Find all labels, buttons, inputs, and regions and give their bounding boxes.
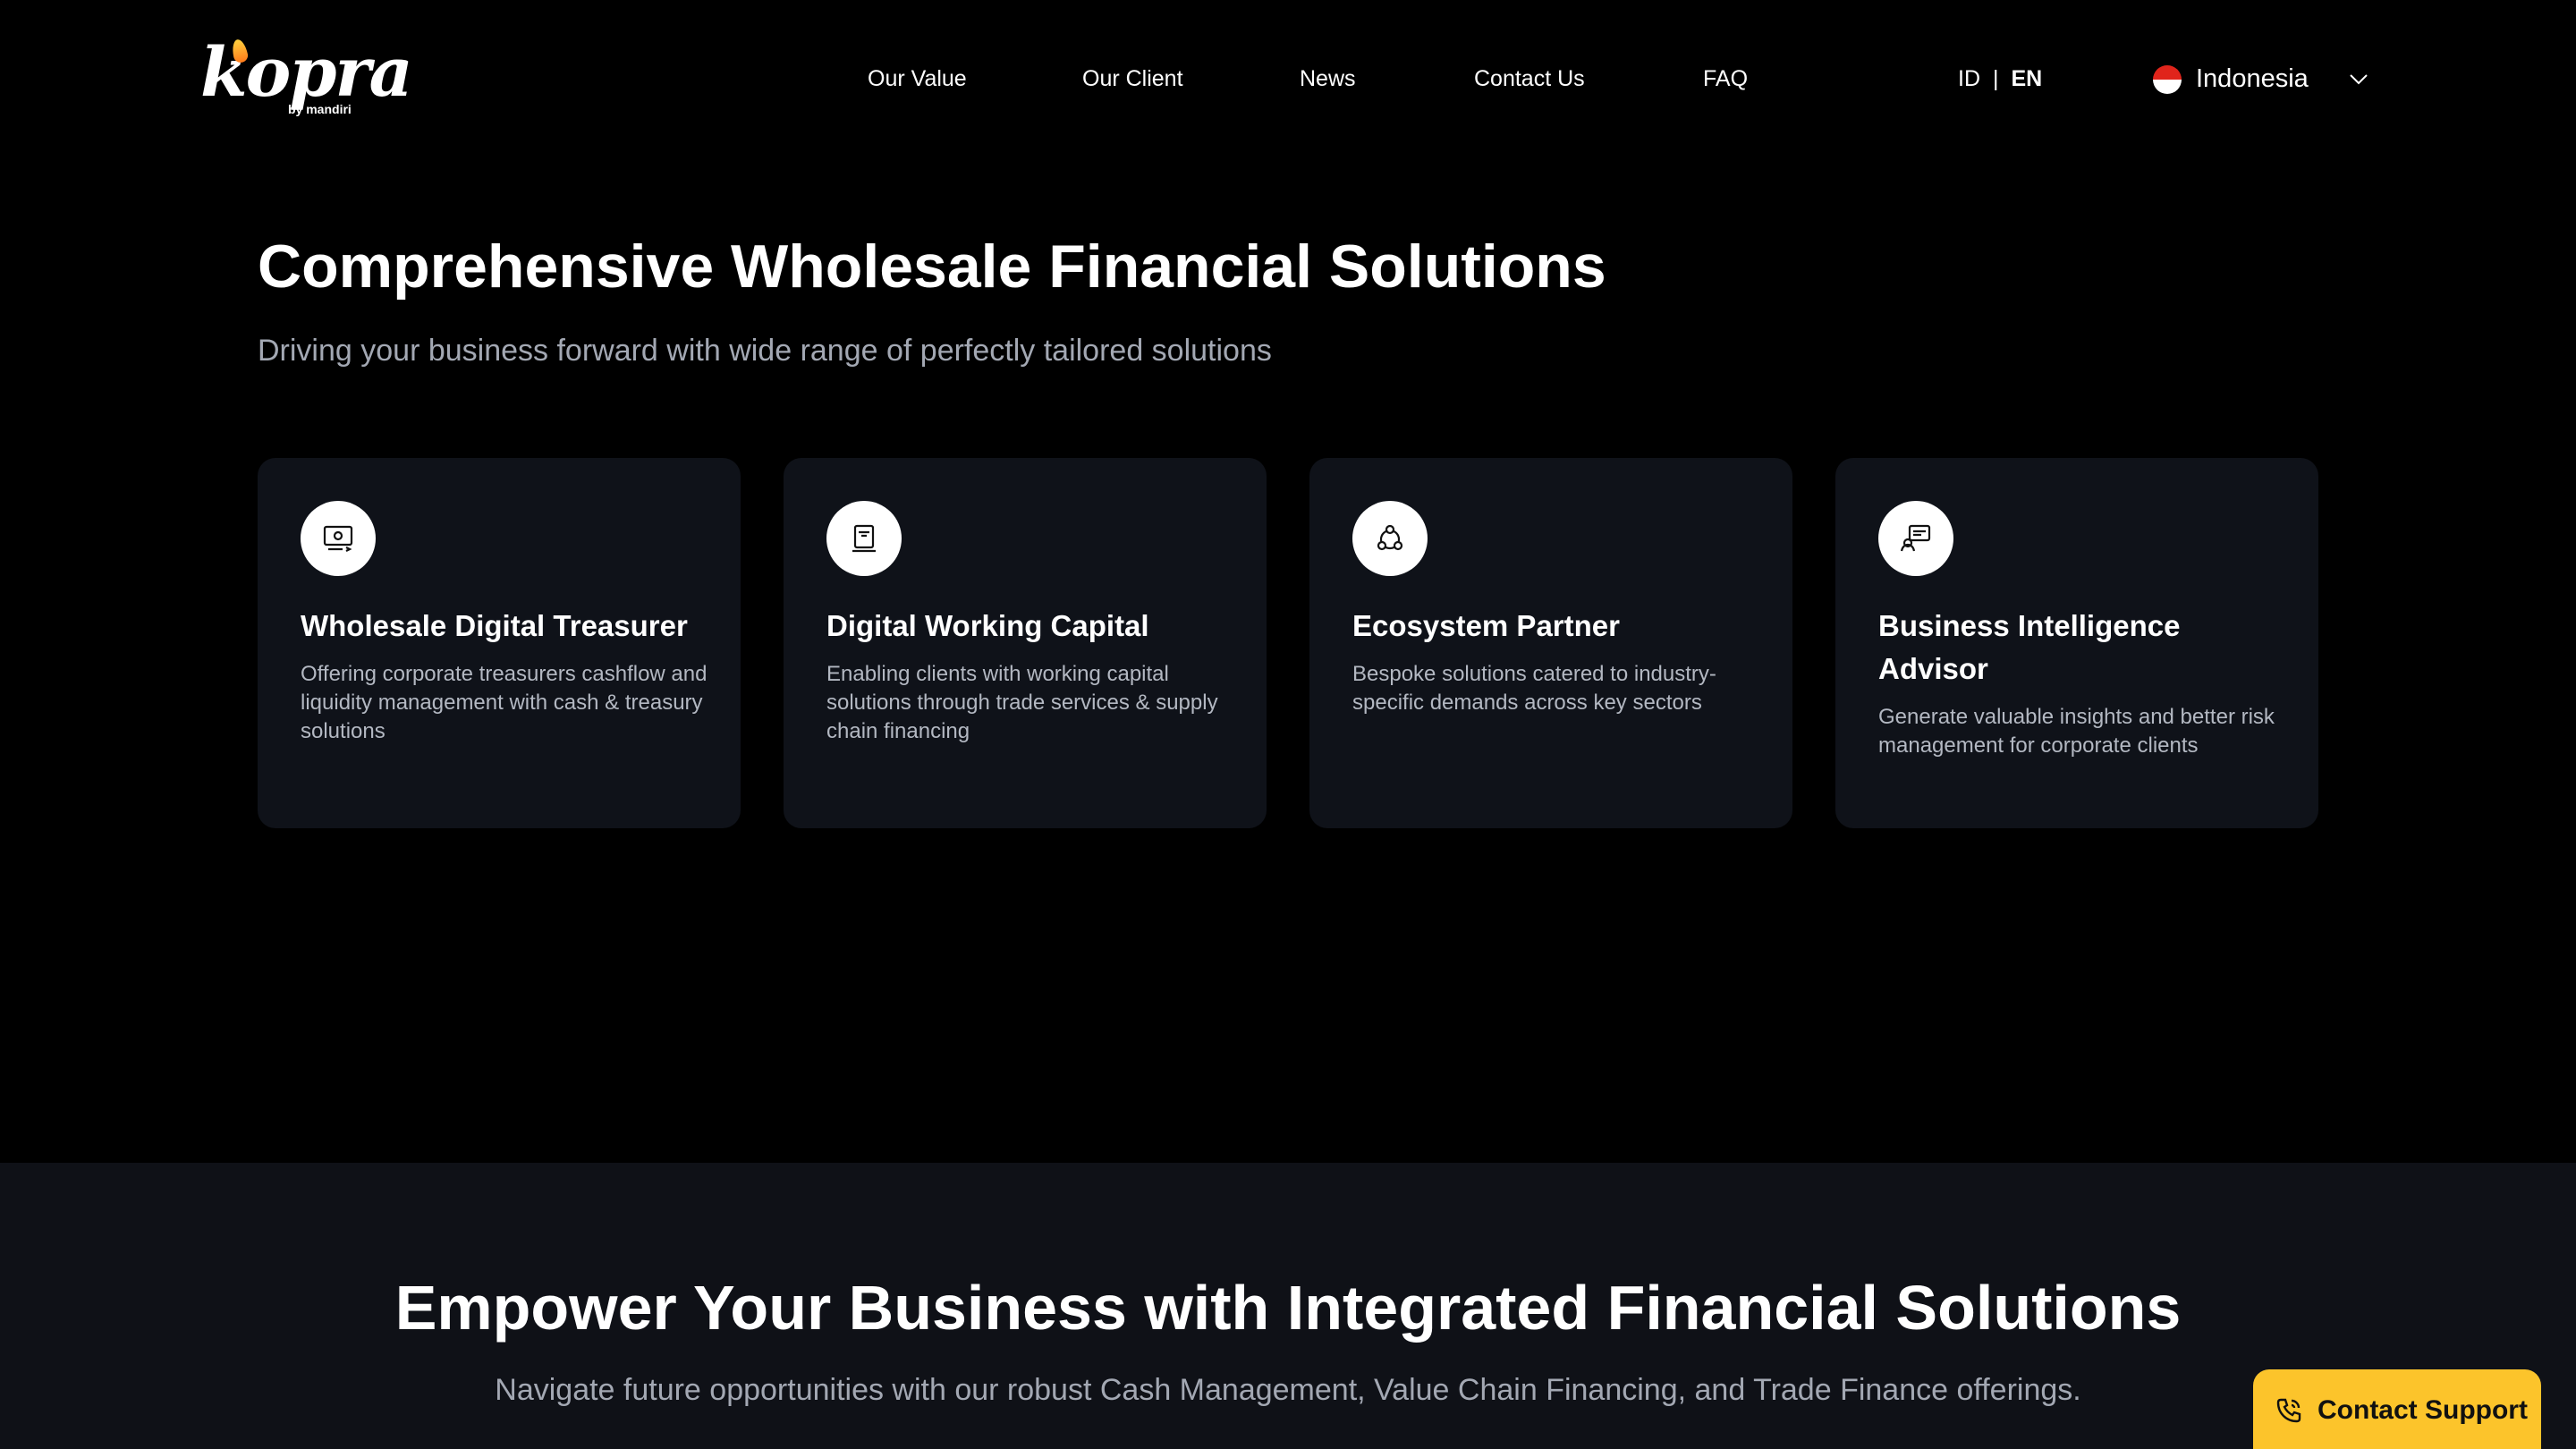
integrated-subtitle: Navigate future opportunities with our r… [495, 1373, 2081, 1407]
kopra-logo[interactable]: kopra by mandiri [199, 32, 413, 122]
indonesia-flag-icon [2153, 65, 2182, 94]
card-title: Ecosystem Partner [1352, 609, 1620, 642]
solution-card-working-capital[interactable]: Digital Working Capital Enabling clients… [784, 458, 1267, 828]
solutions-subtitle: Driving your business forward with wide … [258, 334, 1272, 368]
country-selector[interactable]: Indonesia [2153, 57, 2377, 100]
contact-support-label: Contact Support [2318, 1395, 2528, 1425]
card-title: Wholesale Digital Treasurer [301, 609, 688, 642]
language-switcher: ID | EN [1958, 61, 2042, 97]
solution-card-ecosystem[interactable]: Ecosystem Partner Bespoke solutions cate… [1309, 458, 1792, 828]
card-title: Digital Working Capital [826, 609, 1149, 642]
nav-our-client[interactable]: Our Client [1082, 61, 1183, 97]
contact-support-button[interactable]: Contact Support [2253, 1369, 2541, 1449]
card-title: Business Intelligence Advisor [1878, 609, 2181, 685]
ecosystem-icon [1352, 501, 1428, 576]
business-intelligence-icon [1878, 501, 1953, 576]
nav-faq[interactable]: FAQ [1703, 61, 1748, 97]
lang-separator: | [1993, 66, 1999, 91]
logo-wordmark: kopra [200, 32, 413, 112]
site-header: kopra by mandiri Our Value Our Client Ne… [0, 0, 2576, 157]
logo-byline: by mandiri [288, 102, 352, 116]
integrated-solutions-section: Empower Your Business with Integrated Fi… [0, 1163, 2576, 1449]
card-description: Generate valuable insights and better ri… [1878, 705, 2275, 758]
phone-icon [2276, 1398, 2301, 1423]
nav-our-value[interactable]: Our Value [868, 61, 967, 97]
treasury-icon [301, 501, 376, 576]
card-description: Enabling clients with working capital so… [826, 662, 1218, 743]
page: kopra by mandiri Our Value Our Client Ne… [0, 0, 2576, 1449]
solutions-title: Comprehensive Wholesale Financial Soluti… [258, 233, 1606, 301]
card-description: Bespoke solutions catered to industry-sp… [1352, 662, 1716, 715]
nav-contact-us[interactable]: Contact Us [1474, 61, 1585, 97]
solution-card-business-intelligence[interactable]: Business Intelligence Advisor Generate v… [1835, 458, 2318, 828]
integrated-title: Empower Your Business with Integrated Fi… [394, 1273, 2182, 1343]
chevron-down-icon [2350, 74, 2368, 85]
solution-card-treasurer[interactable]: Wholesale Digital Treasurer Offering cor… [258, 458, 741, 828]
lang-en-option[interactable]: EN [2012, 61, 2043, 97]
lang-id-option[interactable]: ID [1958, 61, 1980, 97]
working-capital-icon [826, 501, 902, 576]
nav-news[interactable]: News [1300, 61, 1356, 97]
card-description: Offering corporate treasurers cashflow a… [301, 662, 708, 743]
country-name: Indonesia [2196, 64, 2309, 93]
